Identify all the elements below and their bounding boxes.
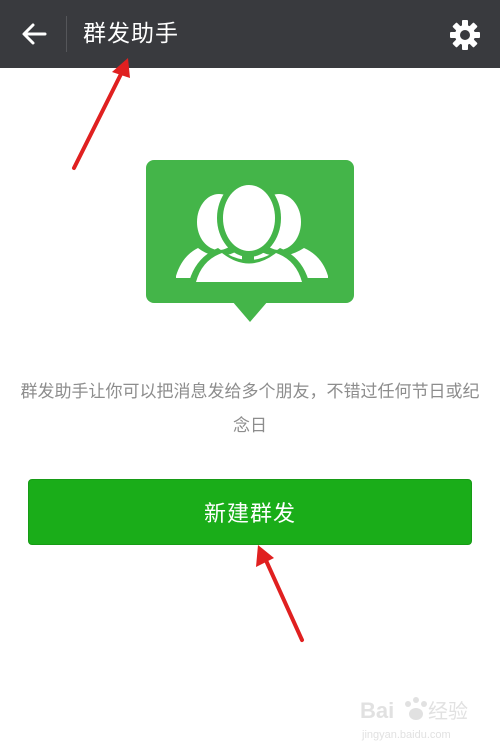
group-contacts-icon: [146, 160, 354, 322]
page-title: 群发助手: [83, 21, 179, 47]
top-bar: 群发助手: [0, 0, 500, 68]
arrow-to-title: [72, 58, 130, 170]
svg-text:经验: 经验: [428, 699, 468, 723]
back-button[interactable]: [12, 12, 56, 56]
svg-text:Bai: Bai: [360, 698, 394, 723]
svg-text:jingyan.baidu.com: jingyan.baidu.com: [361, 729, 451, 741]
header-divider: [66, 16, 67, 52]
back-arrow-icon: [22, 23, 47, 45]
arrow-to-button: [256, 545, 304, 642]
new-broadcast-button[interactable]: 新建群发: [28, 479, 472, 545]
settings-button[interactable]: [442, 12, 488, 58]
gear-icon: [450, 20, 480, 50]
description-text: 群发助手让你可以把消息发给多个朋友，不错过任何节日或纪念日: [20, 382, 480, 436]
baidu-watermark-logo: Bai 经验 jingyan.baidu.com: [360, 697, 468, 741]
